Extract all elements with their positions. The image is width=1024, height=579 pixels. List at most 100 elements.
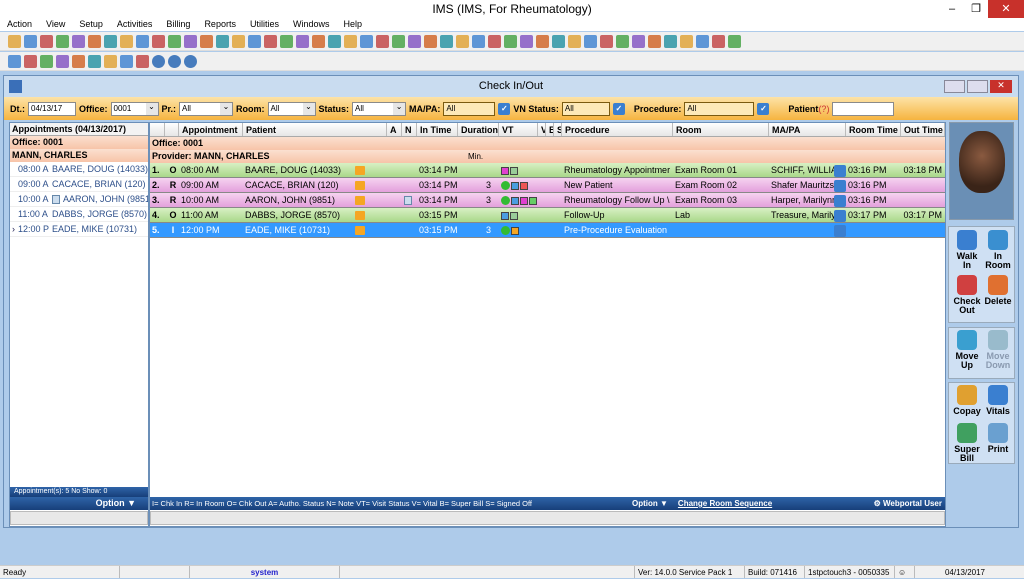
nav-toolbar-button-icon[interactable] (168, 54, 181, 68)
action-button-move-up[interactable]: Move Up (951, 330, 983, 370)
appointment-list-item[interactable]: 09:00 A CACACE, BRIAN (120) (10, 177, 148, 192)
action-button-super-bill[interactable]: Super Bill (951, 423, 983, 463)
procedure-input[interactable]: All (684, 101, 755, 116)
date-input[interactable]: 04/13/17 (28, 101, 76, 116)
restore-button[interactable]: ❐ (964, 0, 988, 18)
action-button-vitals[interactable]: Vitals (982, 385, 1014, 416)
table-row[interactable]: 3. R 10:00 AM AARON, JOHN (9851) 03:14 PM 3 Rh… (150, 193, 945, 208)
assign-ma-pa-icon[interactable] (834, 180, 846, 192)
toolbar-button-icon[interactable] (72, 34, 85, 48)
grid-option-button[interactable]: Option ▼ (632, 497, 668, 510)
assign-ma-pa-icon[interactable] (834, 225, 846, 237)
nav-toolbar-button-icon[interactable] (88, 54, 101, 68)
column-header[interactable]: Procedure (562, 123, 673, 136)
column-header[interactable] (165, 123, 179, 136)
appointment-list-item[interactable]: 10:00 A AARON, JOHN (9851 (10, 192, 148, 207)
visit-status-icon[interactable] (520, 181, 528, 190)
webportal-user-button[interactable]: ⚙ Webportal User (874, 497, 945, 510)
toolbar-button-icon[interactable] (232, 34, 245, 48)
nav-toolbar-button-icon[interactable] (24, 54, 37, 68)
procedure-picker-icon[interactable]: ✓ (757, 102, 770, 115)
toolbar-button-icon[interactable] (264, 34, 277, 48)
grid-horizontal-scrollbar[interactable] (150, 511, 945, 525)
column-header[interactable]: Room (673, 123, 769, 136)
patient-help-link[interactable]: (?) (818, 104, 829, 114)
visit-status-icon[interactable] (520, 196, 528, 205)
toolbar-button-icon[interactable] (632, 34, 645, 48)
nav-toolbar-button-icon[interactable] (104, 54, 117, 68)
vn-status-input[interactable]: All (561, 101, 610, 116)
action-button-in-room[interactable]: In Room (982, 230, 1014, 270)
menu-windows[interactable]: Windows (286, 18, 337, 31)
mapa-picker-icon[interactable]: ✓ (498, 102, 511, 115)
toolbar-button-icon[interactable] (200, 34, 213, 48)
column-header[interactable]: Duration (458, 123, 499, 136)
toolbar-button-icon[interactable] (280, 34, 293, 48)
toolbar-button-icon[interactable] (360, 34, 373, 48)
menu-help[interactable]: Help (336, 18, 369, 31)
visit-status-icon[interactable] (511, 196, 519, 205)
menu-reports[interactable]: Reports (197, 18, 243, 31)
nav-toolbar-button-icon[interactable] (72, 54, 85, 68)
close-button[interactable]: ✕ (988, 0, 1024, 18)
toolbar-button-icon[interactable] (344, 34, 357, 48)
nav-toolbar-button-icon[interactable] (184, 54, 197, 68)
action-button-check-out[interactable]: Check Out (951, 275, 983, 315)
toolbar-button-icon[interactable] (568, 34, 581, 48)
toolbar-button-icon[interactable] (664, 34, 677, 48)
nav-toolbar-button-icon[interactable] (136, 54, 149, 68)
column-header[interactable] (150, 123, 165, 136)
appointment-list-item[interactable]: 11:00 A DABBS, JORGE (8570) (10, 207, 148, 222)
nav-toolbar-button-icon[interactable] (40, 54, 53, 68)
left-option-button[interactable]: Option ▼ (10, 497, 148, 510)
toolbar-button-icon[interactable] (600, 34, 613, 48)
toolbar-button-icon[interactable] (216, 34, 229, 48)
patient-chart-folder-icon[interactable] (355, 181, 365, 190)
column-header[interactable]: N (402, 123, 417, 136)
column-header[interactable]: Out Time (901, 123, 945, 136)
note-icon[interactable] (404, 196, 412, 206)
office-select[interactable]: 0001 (110, 101, 159, 116)
visit-status-icon[interactable] (501, 211, 509, 220)
toolbar-button-icon[interactable] (184, 34, 197, 48)
column-header[interactable]: V (538, 123, 546, 136)
table-row[interactable]: 1. O 08:00 AM BAARE, DOUG (14033) 03:14 PM Rh… (150, 163, 945, 178)
menu-action[interactable]: Action (0, 18, 39, 31)
room-select[interactable]: All (267, 101, 316, 116)
left-horizontal-scrollbar[interactable] (10, 511, 148, 525)
toolbar-button-icon[interactable] (328, 34, 341, 48)
toolbar-button-icon[interactable] (520, 34, 533, 48)
patient-chart-folder-icon[interactable] (355, 196, 365, 205)
action-button-copay[interactable]: Copay (951, 385, 983, 416)
column-header[interactable]: Patient (243, 123, 387, 136)
toolbar-button-icon[interactable] (56, 34, 69, 48)
toolbar-button-icon[interactable] (248, 34, 261, 48)
toolbar-button-icon[interactable] (456, 34, 469, 48)
toolbar-button-icon[interactable] (168, 34, 181, 48)
menu-view[interactable]: View (39, 18, 72, 31)
toolbar-button-icon[interactable] (584, 34, 597, 48)
column-header[interactable]: In Time (417, 123, 458, 136)
appointment-list-item[interactable]: 08:00 A BAARE, DOUG (14033) (10, 162, 148, 177)
nav-toolbar-button-icon[interactable] (8, 54, 21, 68)
toolbar-button-icon[interactable] (472, 34, 485, 48)
child-maximize-button[interactable] (967, 80, 988, 93)
toolbar-button-icon[interactable] (408, 34, 421, 48)
nav-toolbar-button-icon[interactable] (120, 54, 133, 68)
visit-status-icon[interactable] (529, 196, 537, 205)
column-header[interactable]: MA/PA (769, 123, 846, 136)
patient-chart-folder-icon[interactable] (355, 166, 365, 175)
toolbar-button-icon[interactable] (728, 34, 741, 48)
toolbar-button-icon[interactable] (616, 34, 629, 48)
toolbar-button-icon[interactable] (552, 34, 565, 48)
visit-status-icon[interactable] (501, 166, 509, 175)
edit-note-icon[interactable] (511, 226, 519, 235)
mapa-input[interactable]: All (443, 101, 496, 116)
toolbar-button-icon[interactable] (376, 34, 389, 48)
menu-setup[interactable]: Setup (72, 18, 110, 31)
patient-search-input[interactable] (832, 101, 895, 116)
visit-status-icon[interactable] (511, 181, 519, 190)
child-minimize-button[interactable] (944, 80, 965, 93)
action-button-print[interactable]: Print (982, 423, 1014, 454)
nav-toolbar-button-icon[interactable] (152, 54, 165, 68)
